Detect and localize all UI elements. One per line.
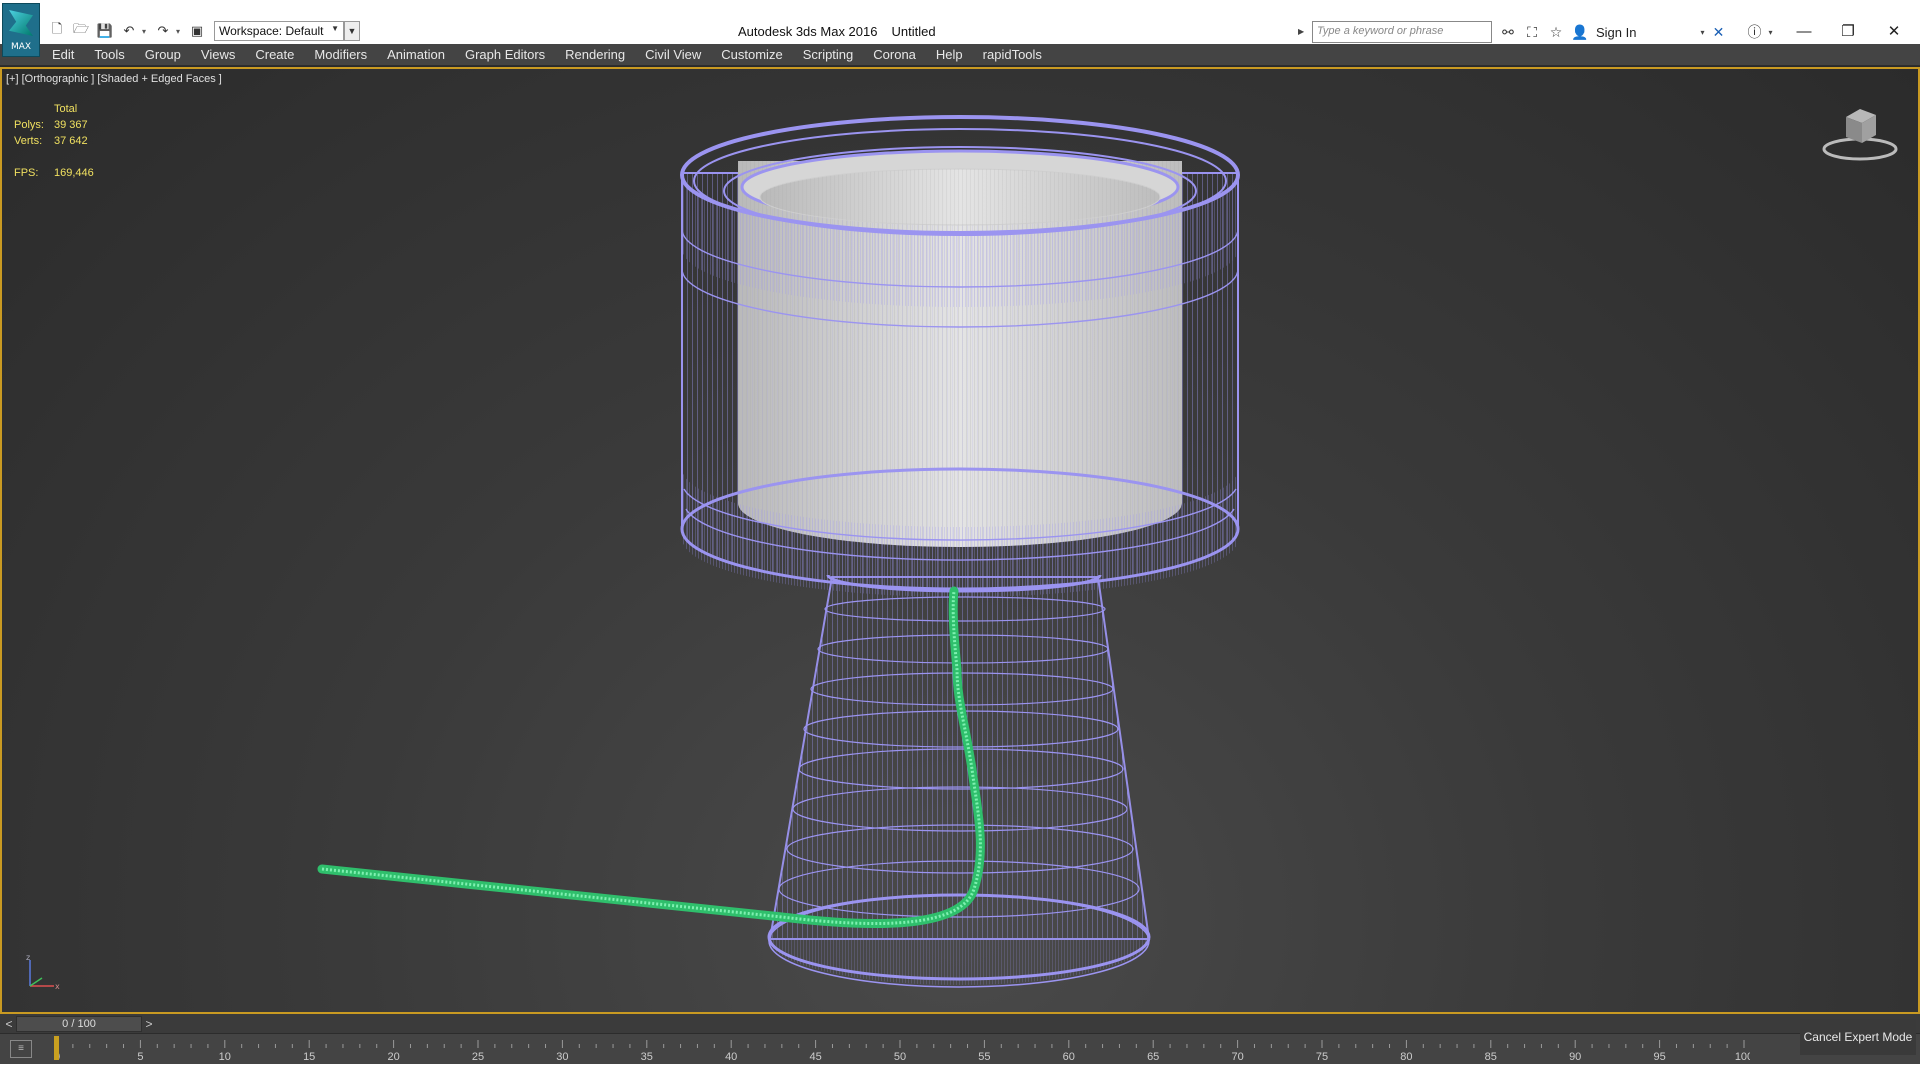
menu-edit[interactable]: Edit	[42, 44, 84, 66]
menu-bar: Edit Tools Group Views Create Modifiers …	[0, 44, 1920, 66]
app-menu-button[interactable]: MAX	[2, 3, 40, 57]
user-icon[interactable]: 👤	[1570, 22, 1590, 42]
infocenter-toolbar: ⚯ ⛶ ☆ 👤 Sign In ▾ ✕ ⓘ ▾	[1498, 21, 1773, 43]
timeline-tick-label: 10	[219, 1051, 231, 1062]
timeline-tick-label: 90	[1569, 1051, 1581, 1062]
menu-customize[interactable]: Customize	[711, 44, 792, 66]
app-logo-icon	[9, 10, 33, 36]
menu-animation[interactable]: Animation	[377, 44, 455, 66]
timeline-tick-label: 20	[387, 1051, 399, 1062]
timeline-tick-label: 40	[725, 1051, 737, 1062]
axis-z-label: z	[26, 953, 30, 962]
sign-in-button[interactable]: Sign In	[1596, 25, 1636, 40]
help-dropdown-icon[interactable]: ▾	[1769, 28, 1773, 37]
restore-button[interactable]: ❐	[1826, 20, 1870, 44]
new-file-icon[interactable]: 🗋	[46, 20, 68, 42]
track-ruler[interactable]: 0510152025303540455055606570758085909510…	[54, 1036, 1750, 1062]
minimize-button[interactable]: —	[1782, 20, 1826, 44]
scene-canvas[interactable]	[2, 69, 1918, 1012]
subscription-icon[interactable]: ⛶	[1522, 22, 1542, 42]
star-icon[interactable]: ☆	[1546, 22, 1566, 42]
axis-x-label: x	[55, 982, 60, 991]
main-menu: Edit Tools Group Views Create Modifiers …	[42, 44, 1052, 66]
menu-help[interactable]: Help	[926, 44, 973, 66]
lamp-shade[interactable]	[680, 115, 1240, 597]
timeline-tick-label: 55	[978, 1051, 990, 1062]
cancel-expert-mode-button[interactable]: Cancel Expert Mode	[1800, 1019, 1916, 1055]
timeline-tick-label: 100	[1735, 1051, 1750, 1062]
menu-scripting[interactable]: Scripting	[793, 44, 864, 66]
menu-modifiers[interactable]: Modifiers	[304, 44, 377, 66]
project-folder-icon[interactable]: ▣	[186, 20, 208, 42]
timeline-tick-label: 75	[1316, 1051, 1328, 1062]
customize-toolbar-button[interactable]: ▼	[344, 21, 360, 41]
timeline-tick-label: 25	[472, 1051, 484, 1062]
menu-civil-view[interactable]: Civil View	[635, 44, 711, 66]
time-slider-bar: < 0 / 100 >	[0, 1014, 1920, 1034]
perspective-viewport[interactable]: [+] [Orthographic ] [Shaded + Edged Face…	[0, 67, 1920, 1014]
menu-graph-editors[interactable]: Graph Editors	[455, 44, 555, 66]
timeline-tick-label: 85	[1485, 1051, 1497, 1062]
search-collapse-icon[interactable]: ▶	[1298, 21, 1310, 43]
document-title: Untitled	[891, 24, 936, 39]
viewcube[interactable]	[1820, 99, 1900, 169]
title-bar: MAX 🗋 🗁 💾 ↶ ▾ ↷ ▾ ▣ Workspace: Default ▼…	[0, 0, 1920, 57]
timeline-tick-label: 95	[1653, 1051, 1665, 1062]
timeline-tick-label: 30	[556, 1051, 568, 1062]
menu-rendering[interactable]: Rendering	[555, 44, 635, 66]
timeline-tick-label: 15	[303, 1051, 315, 1062]
menu-create[interactable]: Create	[245, 44, 304, 66]
chevron-down-icon: ▼	[331, 24, 339, 33]
app-title: Autodesk 3ds Max 2016	[738, 24, 878, 39]
save-icon[interactable]: 💾	[94, 20, 116, 42]
axis-tripod-icon: z x	[26, 953, 60, 991]
binoculars-icon[interactable]: ⚯	[1498, 22, 1518, 42]
timeline-tick-label: 5	[137, 1051, 143, 1062]
timeline-tick-label: 50	[894, 1051, 906, 1062]
previous-frame-button[interactable]: <	[2, 1014, 16, 1034]
time-slider[interactable]: 0 / 100	[16, 1016, 142, 1032]
timeline-tick-label: 45	[809, 1051, 821, 1062]
menu-tools[interactable]: Tools	[84, 44, 134, 66]
quick-access-toolbar: 🗋 🗁 💾 ↶ ▾ ↷ ▾ ▣	[46, 18, 208, 44]
workspace-dropdown[interactable]: Workspace: Default ▼	[214, 21, 344, 41]
redo-dropdown-icon[interactable]: ▾	[176, 20, 184, 42]
search-input[interactable]: Type a keyword or phrase	[1312, 21, 1492, 43]
next-frame-button[interactable]: >	[142, 1014, 156, 1034]
workspace-value: Workspace: Default	[219, 24, 324, 38]
open-file-icon[interactable]: 🗁	[70, 20, 92, 42]
menu-group[interactable]: Group	[135, 44, 191, 66]
undo-icon[interactable]: ↶	[118, 20, 140, 42]
timeline-tick-label: 35	[641, 1051, 653, 1062]
close-button[interactable]: ✕	[1872, 20, 1916, 44]
undo-dropdown-icon[interactable]: ▾	[142, 20, 150, 42]
current-frame-marker[interactable]	[54, 1036, 59, 1060]
menu-corona[interactable]: Corona	[863, 44, 926, 66]
help-icon[interactable]: ⓘ	[1745, 22, 1765, 42]
menu-views[interactable]: Views	[191, 44, 245, 66]
timeline-tick-label: 60	[1063, 1051, 1075, 1062]
timeline-tick-label: 80	[1400, 1051, 1412, 1062]
status-strip	[0, 1064, 1920, 1080]
window-title: Autodesk 3ds Max 2016 Untitled	[738, 24, 936, 39]
exchange-icon[interactable]: ✕	[1709, 22, 1729, 42]
sign-in-dropdown-icon[interactable]: ▾	[1700, 28, 1704, 37]
timeline-tick-label: 70	[1231, 1051, 1243, 1062]
app-logo-text: MAX	[10, 42, 32, 52]
mini-curve-editor-icon[interactable]: ≡	[10, 1040, 32, 1058]
track-bar: ≡ 05101520253035404550556065707580859095…	[0, 1034, 1920, 1064]
menu-rapidtools[interactable]: rapidTools	[973, 44, 1052, 66]
redo-icon[interactable]: ↷	[152, 20, 174, 42]
timeline-tick-label: 65	[1147, 1051, 1159, 1062]
